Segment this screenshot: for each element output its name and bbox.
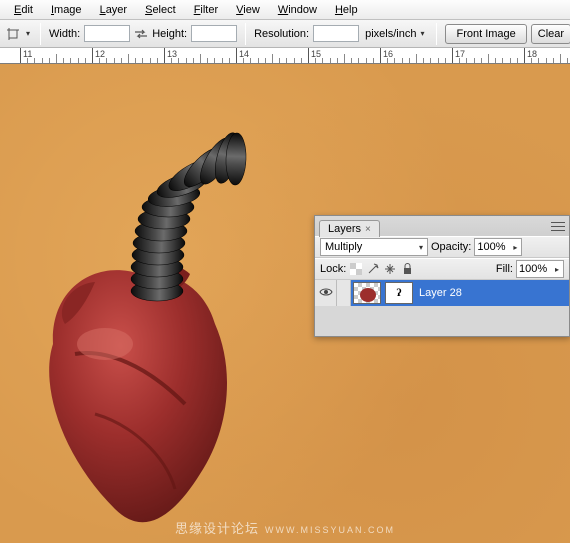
resolution-units-select[interactable]: pixels/inch▾ bbox=[363, 28, 428, 40]
height-input[interactable] bbox=[191, 25, 237, 42]
main-menu-bar: Edit Image Layer Select Filter View Wind… bbox=[0, 0, 570, 20]
crop-tool-icon[interactable] bbox=[6, 26, 20, 42]
menu-filter[interactable]: Filter bbox=[186, 2, 226, 18]
menu-window[interactable]: Window bbox=[270, 2, 325, 18]
height-label: Height: bbox=[152, 28, 187, 40]
resolution-label: Resolution: bbox=[254, 28, 309, 40]
menu-layer[interactable]: Layer bbox=[92, 2, 136, 18]
fill-label: Fill: bbox=[496, 263, 513, 275]
horizontal-ruler: 1112131415161718 bbox=[0, 48, 570, 64]
lock-transparent-icon[interactable] bbox=[349, 262, 363, 276]
close-icon[interactable]: × bbox=[365, 224, 371, 235]
blend-mode-select[interactable]: Multiply▾ bbox=[320, 238, 428, 256]
opacity-input[interactable]: ▸ bbox=[474, 238, 522, 256]
resolution-input[interactable] bbox=[313, 25, 359, 42]
front-image-button[interactable]: Front Image bbox=[445, 24, 526, 44]
menu-view[interactable]: View bbox=[228, 2, 268, 18]
menu-select[interactable]: Select bbox=[137, 2, 184, 18]
swap-dimensions-icon[interactable] bbox=[134, 26, 148, 42]
fill-input[interactable]: ▸ bbox=[516, 260, 564, 278]
link-column[interactable] bbox=[337, 280, 351, 306]
layer-row[interactable]: ʔ Layer 28 bbox=[315, 280, 569, 306]
tool-preset-dropdown-icon[interactable]: ▾ bbox=[24, 29, 32, 38]
options-bar: ▾ Width: Height: Resolution: pixels/inch… bbox=[0, 20, 570, 48]
width-input[interactable] bbox=[84, 25, 130, 42]
width-label: Width: bbox=[49, 28, 80, 40]
menu-edit[interactable]: Edit bbox=[6, 2, 41, 18]
panel-menu-icon[interactable] bbox=[551, 220, 565, 232]
chevron-right-icon[interactable]: ▸ bbox=[553, 265, 561, 274]
lock-all-icon[interactable] bbox=[400, 262, 414, 276]
lock-label: Lock: bbox=[320, 263, 346, 275]
watermark: 思缘设计论坛WWW.MISSYUAN.COM bbox=[0, 518, 570, 537]
layers-panel: Layers× Multiply▾ Opacity: ▸ Lock: Fill:… bbox=[314, 215, 570, 337]
layer-mask-thumbnail[interactable]: ʔ bbox=[385, 282, 413, 304]
lock-pixels-icon[interactable] bbox=[366, 262, 380, 276]
chevron-right-icon[interactable]: ▸ bbox=[511, 243, 519, 252]
lock-position-icon[interactable] bbox=[383, 262, 397, 276]
layer-name-label[interactable]: Layer 28 bbox=[415, 287, 462, 299]
visibility-eye-icon[interactable] bbox=[319, 287, 333, 300]
layer-thumbnail[interactable] bbox=[353, 282, 381, 304]
clear-button[interactable]: Clear bbox=[531, 24, 570, 44]
menu-image[interactable]: Image bbox=[43, 2, 90, 18]
opacity-label: Opacity: bbox=[431, 241, 471, 253]
layers-tab[interactable]: Layers× bbox=[319, 220, 380, 237]
menu-help[interactable]: Help bbox=[327, 2, 366, 18]
tube-artwork bbox=[130, 119, 260, 304]
